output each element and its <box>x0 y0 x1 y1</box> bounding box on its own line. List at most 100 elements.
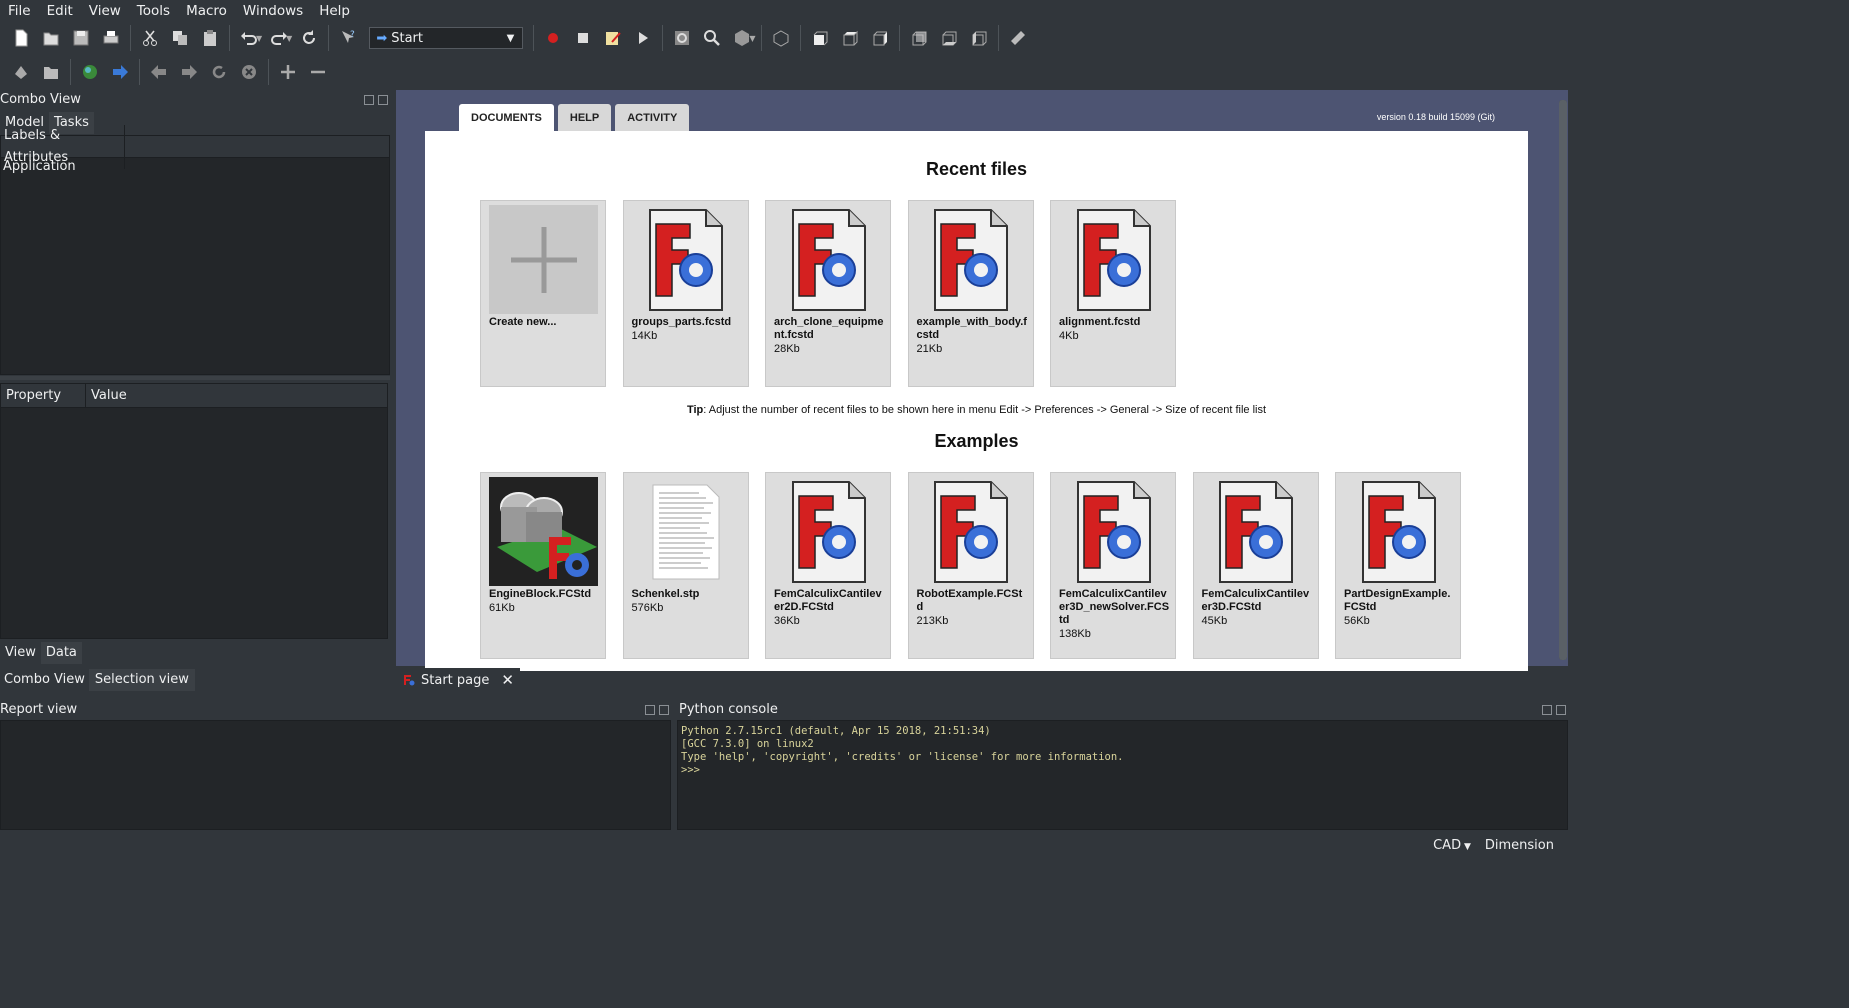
bottom-view-icon[interactable] <box>934 24 964 52</box>
left-view-icon[interactable] <box>964 24 994 52</box>
stop-loading-icon[interactable] <box>234 58 264 86</box>
menu-windows[interactable]: Windows <box>235 0 311 22</box>
value-column-header[interactable]: Value <box>86 388 127 403</box>
workbench-selector[interactable]: ➡ Start ▼ <box>369 27 524 49</box>
isometric-view-icon[interactable] <box>766 24 796 52</box>
vertical-scrollbar[interactable] <box>1559 100 1567 660</box>
recent-file-card[interactable]: alignment.fcstd 4Kb <box>1050 200 1176 387</box>
record-macro-icon[interactable] <box>538 24 568 52</box>
zoom-in-plus-icon[interactable] <box>273 58 303 86</box>
workbench-label: Start <box>391 30 423 46</box>
go-forward-blue-icon[interactable] <box>105 58 135 86</box>
group-folder-icon[interactable] <box>36 58 66 86</box>
card-file-name: arch_clone_equipment.fcstd 28Kb <box>774 316 886 357</box>
reload-icon[interactable] <box>204 58 234 86</box>
recent-file-card[interactable]: Create new... <box>480 200 606 387</box>
refresh-icon[interactable] <box>294 24 324 52</box>
top-view-icon[interactable] <box>835 24 865 52</box>
paste-icon[interactable] <box>195 24 225 52</box>
float-icon[interactable] <box>645 705 655 715</box>
tab-start-page[interactable]: Start page ✕ <box>397 668 520 692</box>
property-column-header[interactable]: Property <box>1 383 86 408</box>
float-icon[interactable] <box>1542 705 1552 715</box>
close-icon[interactable] <box>378 95 388 105</box>
float-icon[interactable] <box>364 95 374 105</box>
splitter[interactable] <box>0 376 390 380</box>
zoom-icon[interactable] <box>697 24 727 52</box>
card-file-name: FemCalculixCantilever3D_newSolver.FCStd 1… <box>1059 588 1170 640</box>
report-view-panel[interactable] <box>0 720 671 830</box>
menu-bar: File Edit View Tools Macro Windows Help <box>0 0 1568 22</box>
whats-this-icon[interactable]: ? <box>333 24 363 52</box>
navigation-style-button[interactable]: CAD ▼ <box>1433 838 1471 853</box>
example-file-card[interactable]: FemCalculixCantilever3D_newSolver.FCStd 1… <box>1050 472 1176 659</box>
tab-selection-view[interactable]: Selection view <box>88 669 195 691</box>
recent-file-card[interactable]: groups_parts.fcstd 14Kb <box>622 200 749 387</box>
recent-file-card[interactable]: arch_clone_equipment.fcstd 28Kb <box>765 200 891 387</box>
stop-macro-icon[interactable] <box>568 24 598 52</box>
tab-documents[interactable]: DOCUMENTS <box>459 104 554 132</box>
close-icon[interactable] <box>1556 705 1566 715</box>
console-prompt[interactable]: >>> <box>681 764 1564 777</box>
tab-help[interactable]: HELP <box>557 104 612 132</box>
tab-data[interactable]: Data <box>40 642 82 664</box>
edit-macro-icon[interactable] <box>598 24 628 52</box>
rear-view-icon[interactable] <box>904 24 934 52</box>
recent-file-card[interactable]: example_with_body.fcstd 21Kb <box>907 200 1034 387</box>
tab-combo-view[interactable]: Combo View <box>0 669 89 691</box>
menu-file[interactable]: File <box>0 0 39 22</box>
open-folder-icon[interactable] <box>36 24 66 52</box>
freecad-file-icon <box>791 208 866 311</box>
menu-edit[interactable]: Edit <box>39 0 81 22</box>
example-file-card[interactable]: Schenkel.stp 576Kb <box>622 472 749 659</box>
menu-help[interactable]: Help <box>311 0 358 22</box>
menu-view[interactable]: View <box>81 0 129 22</box>
toolbar-separator <box>662 25 664 51</box>
copy-icon[interactable] <box>165 24 195 52</box>
measure-distance-icon[interactable] <box>1003 24 1033 52</box>
web-toolbar <box>0 55 1568 89</box>
tab-activity[interactable]: ACTIVITY <box>615 104 690 132</box>
example-file-card[interactable]: FemCalculixCantilever3D.FCStd 45Kb <box>1192 472 1319 659</box>
print-icon[interactable] <box>96 24 126 52</box>
units-label[interactable]: Dimension <box>1485 838 1554 853</box>
main-toolbar: ▼ ▼ ? ➡ Start ▼ ▼ <box>0 21 1568 55</box>
example-file-card[interactable]: FemCalculixCantilever2D.FCStd 36Kb <box>765 472 891 659</box>
tip-body: : Adjust the number of recent files to b… <box>703 404 1267 416</box>
property-editor[interactable]: Property Value <box>0 383 388 639</box>
python-console-panel[interactable]: Python 2.7.15rc1 (default, Apr 15 2018, … <box>677 720 1568 830</box>
card-file-size: 213Kb <box>916 615 949 627</box>
close-tab-icon[interactable]: ✕ <box>501 671 514 689</box>
save-icon[interactable] <box>66 24 96 52</box>
forward-arrow-icon[interactable] <box>174 58 204 86</box>
part-icon[interactable] <box>6 58 36 86</box>
tree-item-application[interactable]: Application <box>1 158 389 175</box>
run-macro-icon[interactable] <box>628 24 658 52</box>
tab-view[interactable]: View <box>0 642 41 664</box>
menu-macro[interactable]: Macro <box>178 0 235 22</box>
close-icon[interactable] <box>659 705 669 715</box>
plus-icon <box>489 205 598 314</box>
undo-dropdown-icon[interactable]: ▼ <box>256 34 262 43</box>
new-document-icon[interactable] <box>6 24 36 52</box>
example-file-card[interactable]: RobotExample.FCStd 213Kb <box>907 472 1034 659</box>
web-globe-icon[interactable] <box>75 58 105 86</box>
fit-all-icon[interactable] <box>667 24 697 52</box>
toolbar-separator <box>139 59 140 85</box>
back-arrow-icon[interactable] <box>144 58 174 86</box>
front-view-icon[interactable] <box>805 24 835 52</box>
right-view-icon[interactable] <box>865 24 895 52</box>
example-file-card[interactable]: PartDesignExample.FCStd 56Kb <box>1335 472 1461 659</box>
scrollbar-thumb[interactable] <box>1559 100 1567 660</box>
menu-tools[interactable]: Tools <box>129 0 178 22</box>
python-console-dock-buttons <box>1542 705 1566 715</box>
card-file-size: 14Kb <box>631 330 658 342</box>
card-file-name: example_with_body.fcstd 21Kb <box>916 316 1027 355</box>
combo-view-title: Combo View <box>0 92 81 107</box>
zoom-out-minus-icon[interactable] <box>303 58 333 86</box>
model-tree[interactable]: Labels & Attributes Application <box>0 124 390 375</box>
redo-dropdown-icon[interactable]: ▼ <box>286 34 292 43</box>
draw-style-dropdown-icon[interactable]: ▼ <box>749 34 755 43</box>
cut-icon[interactable] <box>135 24 165 52</box>
example-file-card[interactable]: EngineBlock.FCStd 61Kb <box>480 472 606 659</box>
